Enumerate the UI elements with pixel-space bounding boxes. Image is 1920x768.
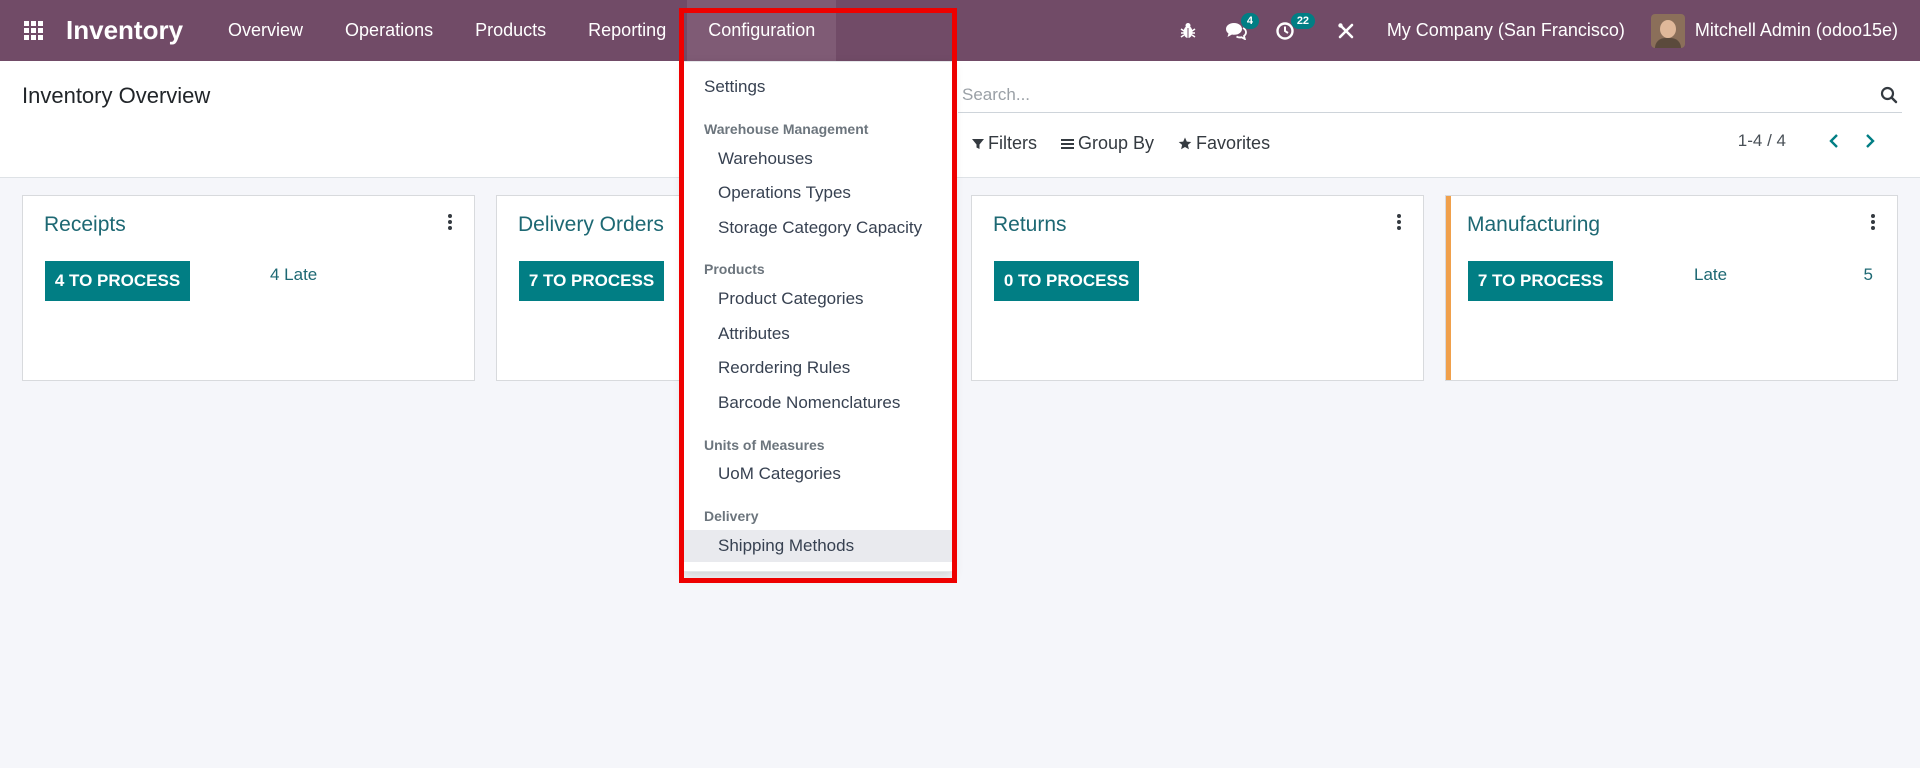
page-title: Inventory Overview — [22, 83, 211, 108]
dropdown-section-delivery: Delivery — [704, 508, 759, 524]
menu-overview[interactable]: Overview — [207, 0, 324, 61]
messages-chat-icon[interactable]: 4 — [1211, 0, 1261, 61]
menu-configuration[interactable]: Configuration — [687, 0, 837, 61]
user-menu[interactable]: Mitchell Admin (odoo15e) — [1650, 13, 1920, 48]
group-by-button[interactable]: Group By — [1061, 133, 1154, 154]
favorites-star-icon — [1178, 137, 1192, 150]
card-title[interactable]: Manufacturing — [1467, 213, 1600, 237]
search-icon[interactable] — [1876, 82, 1902, 108]
company-switcher[interactable]: My Company (San Francisco) — [1369, 20, 1651, 41]
to-process-button[interactable]: 4 TO PROCESS — [45, 261, 190, 301]
dropdown-section-warehouse-management: Warehouse Management — [704, 121, 869, 137]
late-link[interactable]: Late — [1694, 265, 1727, 285]
card-title[interactable]: Receipts — [44, 213, 126, 237]
card-title[interactable]: Returns — [993, 213, 1067, 237]
dropdown-section-units-of-measures: Units of Measures — [704, 437, 825, 453]
filter-funnel-icon — [972, 138, 984, 149]
chevron-right-icon[interactable] — [1858, 133, 1882, 149]
top-navbar: Inventory Overview Operations Products R… — [0, 0, 1920, 61]
activities-clock-icon[interactable]: 22 — [1261, 0, 1316, 61]
menu-operations[interactable]: Operations — [324, 0, 454, 61]
dropdown-item-barcode-nomenclatures[interactable]: Barcode Nomenclatures — [684, 387, 952, 419]
menu-reporting[interactable]: Reporting — [567, 0, 687, 61]
debug-bug-icon[interactable] — [1165, 0, 1211, 61]
kanban-card-returns: Returns 0 TO PROCESS — [971, 195, 1424, 381]
dropdown-item-reordering-rules[interactable]: Reordering Rules — [684, 352, 952, 384]
dropdown-item-uom-categories[interactable]: UoM Categories — [684, 458, 952, 490]
tools-icon[interactable] — [1309, 0, 1369, 61]
systray: 4 22 My Company (San Francisco) Mitchell… — [1165, 0, 1920, 61]
app-brand[interactable]: Inventory — [66, 15, 207, 46]
filters-label: Filters — [988, 133, 1037, 153]
chevron-left-icon[interactable] — [1822, 133, 1846, 149]
avatar — [1650, 13, 1685, 48]
to-process-button[interactable]: 7 TO PROCESS — [519, 261, 664, 301]
late-link[interactable]: 4 Late — [270, 265, 317, 285]
group-by-bars-icon — [1061, 138, 1074, 149]
card-dropdown-icon[interactable] — [1393, 211, 1405, 233]
pager: 1-4 / 4 — [1738, 131, 1882, 151]
dropdown-item-warehouses[interactable]: Warehouses — [684, 143, 952, 175]
dropdown-item-product-categories[interactable]: Product Categories — [684, 283, 952, 315]
dropdown-item-storage-category-capacity[interactable]: Storage Category Capacity — [684, 212, 952, 244]
group-by-label: Group By — [1078, 133, 1155, 153]
dropdown-item-settings[interactable]: Settings — [684, 71, 952, 103]
card-dropdown-icon[interactable] — [1867, 211, 1879, 233]
dropdown-item-operations-types[interactable]: Operations Types — [684, 177, 952, 209]
apps-menu-icon[interactable] — [0, 0, 66, 61]
card-title[interactable]: Delivery Orders — [518, 213, 664, 237]
search-input[interactable] — [958, 84, 1876, 105]
user-name: Mitchell Admin (odoo15e) — [1694, 20, 1898, 40]
to-process-button[interactable]: 7 TO PROCESS — [1468, 261, 1613, 301]
configuration-dropdown: Settings Warehouse Management Warehouses… — [683, 61, 953, 572]
kanban-card-manufacturing: Manufacturing 7 TO PROCESS Late 5 — [1445, 195, 1898, 381]
search-options: Filters Group By Favorites — [972, 133, 1294, 154]
menu-products[interactable]: Products — [454, 0, 567, 61]
search-bar — [958, 77, 1902, 113]
dropdown-section-products: Products — [704, 261, 765, 277]
control-panel: Inventory Overview Filters Group By Favo… — [0, 61, 1920, 178]
dropdown-item-shipping-methods[interactable]: Shipping Methods — [684, 530, 952, 562]
dropdown-item-attributes[interactable]: Attributes — [684, 318, 952, 350]
to-process-button[interactable]: 0 TO PROCESS — [994, 261, 1139, 301]
messages-count-badge: 4 — [1240, 13, 1259, 29]
kanban-card-receipts: Receipts 4 TO PROCESS 4 Late — [22, 195, 475, 381]
late-count[interactable]: 5 — [1864, 265, 1873, 285]
card-dropdown-icon[interactable] — [444, 211, 456, 233]
favorites-label: Favorites — [1196, 133, 1271, 153]
filters-button[interactable]: Filters — [972, 133, 1037, 154]
pager-value[interactable]: 1-4 / 4 — [1738, 131, 1786, 151]
favorites-button[interactable]: Favorites — [1178, 133, 1270, 154]
